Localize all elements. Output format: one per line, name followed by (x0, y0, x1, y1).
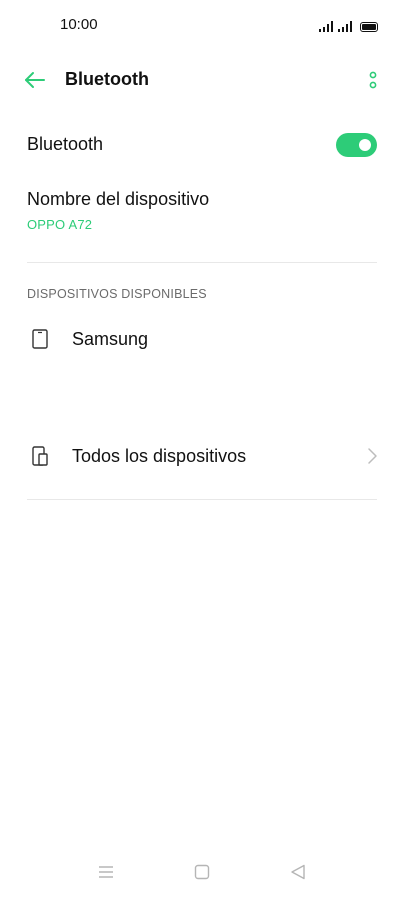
battery-icon (360, 22, 378, 32)
phone-icon (32, 329, 48, 349)
device-name-value: OPPO A72 (27, 217, 93, 232)
home-icon (194, 864, 210, 880)
all-devices-row[interactable]: Todos los dispositivos (0, 434, 404, 478)
home-button[interactable] (192, 862, 212, 882)
toggle-knob (359, 139, 371, 151)
menu-icon (99, 866, 113, 878)
app-bar: Bluetooth (0, 56, 404, 104)
divider (27, 499, 377, 500)
bluetooth-toggle-row[interactable]: Bluetooth (0, 126, 404, 164)
system-nav-bar (0, 850, 404, 897)
divider (27, 262, 377, 263)
status-bar: 10:00 (0, 0, 404, 50)
list-item[interactable]: Samsung (0, 317, 404, 361)
page-title: Bluetooth (65, 69, 149, 89)
more-options-button[interactable] (364, 70, 382, 92)
back-arrow-icon (25, 72, 45, 88)
bluetooth-toggle-switch[interactable] (336, 133, 377, 157)
back-triangle-icon (291, 864, 305, 880)
signal-icon (338, 20, 352, 32)
devices-icon (32, 446, 48, 466)
more-vertical-icon (369, 71, 377, 89)
status-time: 10:00 (60, 16, 98, 33)
all-devices-label: Todos los dispositivos (72, 446, 247, 466)
nav-back-button[interactable] (288, 862, 308, 882)
back-button[interactable] (20, 68, 48, 92)
bluetooth-toggle-label: Bluetooth (27, 134, 104, 154)
available-devices-header: DISPOSITIVOS DISPONIBLES (27, 287, 207, 301)
signal-icon (319, 20, 333, 32)
device-name-row[interactable]: Nombre del dispositivo OPPO A72 (0, 186, 404, 242)
status-icons (319, 18, 378, 32)
menu-button[interactable] (96, 862, 116, 882)
chevron-right-icon (368, 448, 377, 464)
device-name-label: Nombre del dispositivo (27, 189, 210, 209)
list-item-label: Samsung (72, 329, 149, 349)
